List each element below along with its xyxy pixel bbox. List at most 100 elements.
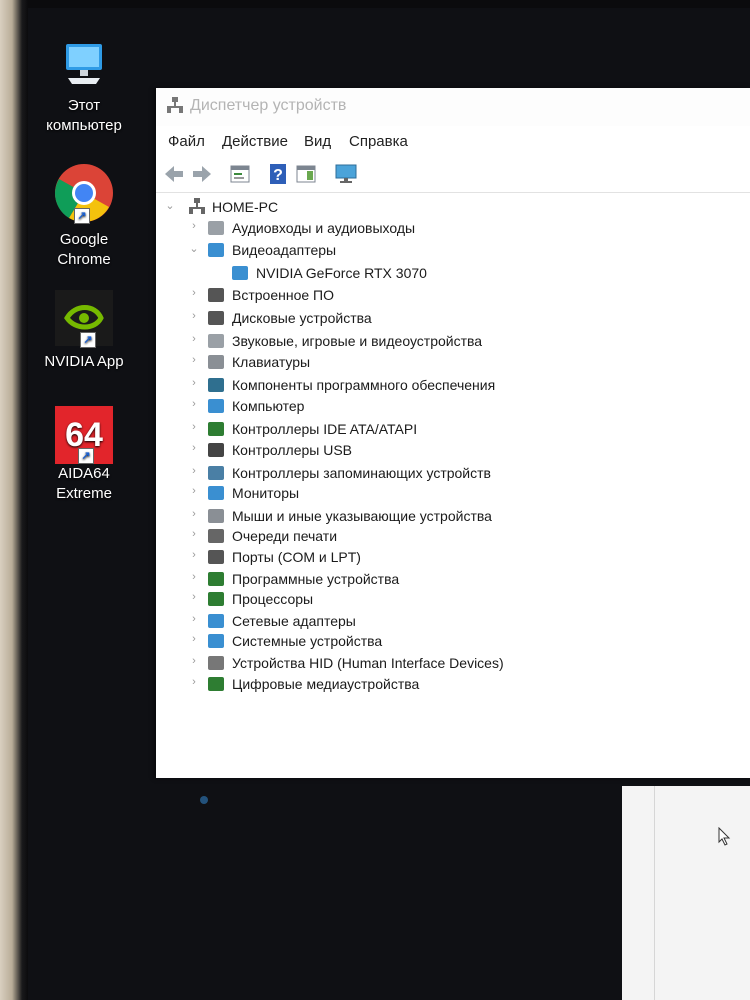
background-window — [622, 786, 750, 1000]
chevron-right-icon[interactable]: › — [188, 465, 200, 479]
gpu-icon — [232, 266, 248, 280]
desktop-icon-label: Google — [59, 231, 109, 248]
menu-view[interactable]: Вид — [304, 133, 331, 150]
chevron-right-icon[interactable]: › — [188, 354, 200, 368]
keyboard-icon — [208, 355, 224, 369]
tree-item-label: Системные устройства — [232, 633, 383, 649]
tree-item-label: NVIDIA GeForce RTX 3070 — [256, 265, 427, 281]
desktop-icon-label: компьютер — [46, 117, 122, 134]
menu-help[interactable]: Справка — [349, 133, 408, 150]
mouse-cursor-icon — [718, 827, 731, 846]
desktop-icon-label: Chrome — [57, 251, 111, 268]
tree-item-label: Аудиовходы и аудиовыходы — [232, 220, 416, 236]
chevron-right-icon[interactable]: › — [188, 442, 200, 456]
toolbar: ? — [156, 158, 750, 193]
chevron-right-icon[interactable]: › — [188, 421, 200, 435]
tree-item-label: Клавиатуры — [232, 354, 311, 370]
menu-action[interactable]: Действие — [222, 133, 288, 150]
tree-item-label: Контроллеры запоминающих устройств — [232, 465, 491, 481]
chevron-right-icon[interactable]: › — [188, 655, 200, 669]
chevron-right-icon[interactable]: › — [188, 528, 200, 542]
shortcut-arrow-icon: ↗ — [78, 448, 94, 464]
port-icon — [208, 550, 224, 564]
display-adapter-icon — [208, 243, 224, 257]
help-icon[interactable]: ? — [266, 162, 290, 186]
this-pc-icon — [66, 44, 102, 84]
device-manager-window: Диспетчер устройств Файл Действие Вид Сп… — [156, 88, 750, 778]
system-icon — [208, 634, 224, 648]
shortcut-arrow-icon: ↗ — [74, 208, 90, 224]
computer-icon — [208, 399, 224, 413]
window-title: Диспетчер устройств — [190, 97, 347, 114]
device-tree: ⌄ HOME-PC › Аудиовходы и аудиовыходы ⌄ Виде… — [156, 194, 750, 778]
reflection-spot — [200, 796, 208, 804]
chevron-right-icon[interactable]: › — [188, 571, 200, 585]
device-manager-icon — [167, 97, 183, 113]
chevron-right-icon[interactable]: › — [188, 220, 200, 234]
tree-item-label: Сетевые адаптеры — [232, 613, 356, 629]
tree-item-label: Видеоадаптеры — [232, 242, 337, 258]
tree-item-label: Очереди печати — [232, 528, 338, 544]
svg-text:?: ? — [273, 167, 283, 184]
desktop-icon-aida64[interactable]: 64 ↗ AIDA64 Extreme — [34, 406, 134, 504]
storage-controller-icon — [208, 466, 224, 480]
chevron-right-icon[interactable]: › — [188, 398, 200, 412]
processor-icon — [208, 592, 224, 606]
firmware-icon — [208, 288, 224, 302]
chevron-right-icon[interactable]: › — [188, 377, 200, 391]
computer-root-icon — [189, 198, 205, 214]
back-icon[interactable] — [162, 162, 186, 186]
chevron-right-icon[interactable]: › — [188, 549, 200, 563]
chevron-right-icon[interactable]: › — [188, 508, 200, 522]
desktop-icon-this-pc[interactable]: Этот компьютер — [34, 40, 134, 136]
chevron-right-icon[interactable]: › — [188, 633, 200, 647]
view-icon[interactable] — [294, 162, 318, 186]
tree-item-label: Программные устройства — [232, 571, 400, 587]
desktop-icon-label: Этот — [67, 97, 101, 114]
desktop-icon-chrome[interactable]: ↗ Google Chrome — [34, 162, 134, 270]
tree-item-label: Дисковые устройства — [232, 310, 372, 326]
tree-item-label: Мониторы — [232, 485, 300, 501]
software-device-icon — [208, 572, 224, 586]
forward-icon[interactable] — [190, 162, 214, 186]
desktop-icon-label: Extreme — [56, 485, 112, 502]
chevron-right-icon[interactable]: › — [188, 333, 200, 347]
monitor-bezel-top — [0, 0, 750, 8]
tree-item-label: Контроллеры IDE ATA/ATAPI — [232, 421, 418, 437]
software-component-icon — [208, 378, 224, 392]
chevron-right-icon[interactable]: › — [188, 676, 200, 690]
monitor-icon[interactable] — [334, 162, 358, 186]
tree-item-label: Порты (COM и LPT) — [232, 549, 361, 565]
hid-icon — [208, 656, 224, 670]
disk-icon — [208, 311, 224, 325]
usb-icon — [208, 443, 224, 457]
chevron-right-icon[interactable]: › — [188, 287, 200, 301]
chevron-right-icon[interactable]: › — [188, 613, 200, 627]
tree-item-label: Контроллеры USB — [232, 442, 352, 458]
monitor-bezel-left — [0, 0, 28, 1000]
speaker-icon — [208, 221, 224, 235]
monitor-icon — [208, 486, 224, 500]
desktop-icon-label: AIDA64 — [58, 465, 110, 482]
desktop-icon-nvidia-app[interactable]: ↗ NVIDIA App — [34, 290, 134, 372]
tree-item-label: Компоненты программного обеспечения — [232, 377, 496, 393]
chevron-right-icon[interactable]: › — [188, 310, 200, 324]
chevron-down-icon[interactable]: ⌄ — [188, 242, 200, 256]
tree-item-label: Звуковые, игровые и видеоустройства — [232, 333, 483, 349]
tree-item-label: Мыши и иные указывающие устройства — [232, 508, 492, 524]
chevron-right-icon[interactable]: › — [188, 485, 200, 499]
tree-item-label: Устройства HID (Human Interface Devices) — [232, 655, 504, 671]
media-icon — [208, 677, 224, 691]
tree-item-label: Процессоры — [232, 591, 314, 607]
menu-file[interactable]: Файл — [168, 133, 205, 150]
tree-root-label: HOME-PC — [212, 199, 279, 215]
mouse-icon — [208, 509, 224, 523]
menu-bar: Файл Действие Вид Справка — [156, 128, 750, 156]
desktop-icon-label: NVIDIA App — [44, 353, 124, 370]
shortcut-arrow-icon: ↗ — [80, 332, 96, 348]
tree-item-label: Компьютер — [232, 398, 305, 414]
properties-icon[interactable] — [228, 162, 252, 186]
title-bar[interactable]: Диспетчер устройств — [156, 88, 750, 126]
chevron-right-icon[interactable]: › — [188, 591, 200, 605]
chevron-down-icon[interactable]: ⌄ — [164, 199, 176, 213]
